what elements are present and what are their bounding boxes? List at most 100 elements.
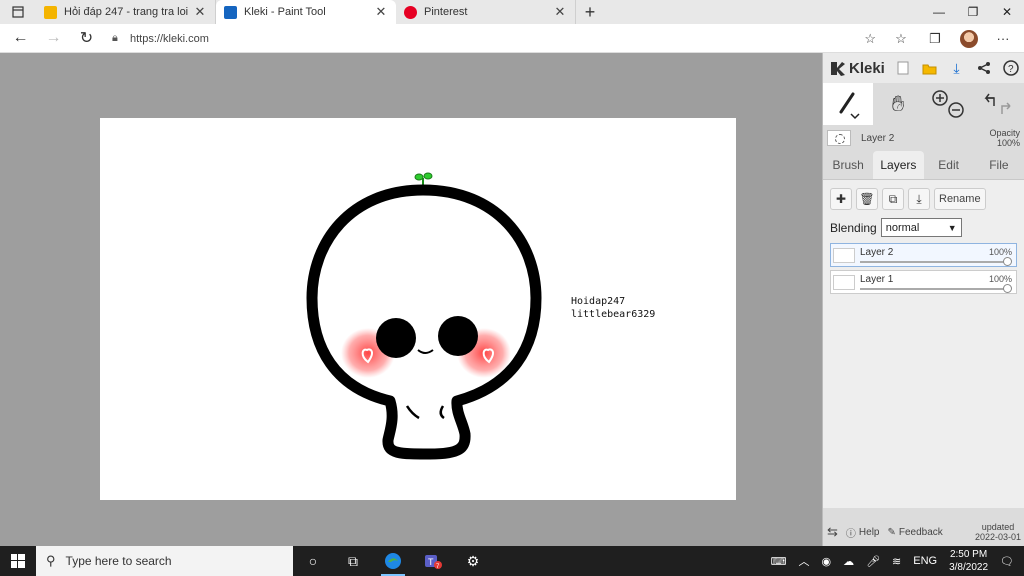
onedrive-cloud-icon[interactable]: ☁ xyxy=(837,555,860,568)
taskbar-clock[interactable]: 2:50 PM 3/8/2022 xyxy=(943,548,994,574)
layer-name: Layer 1 xyxy=(860,274,894,285)
wifi-icon[interactable]: ≋ xyxy=(886,555,907,568)
clock-date: 3/8/2022 xyxy=(949,562,989,573)
hand-tool-icon[interactable]: ✋︎ xyxy=(873,83,923,125)
download-icon[interactable]: ⤓ xyxy=(943,53,970,83)
close-tab-icon[interactable]: ✕ xyxy=(193,4,207,20)
layer-thumbnail xyxy=(827,130,851,146)
layer-opacity-slider[interactable] xyxy=(860,261,1008,263)
duplicate-layer-icon[interactable]: ⧉ xyxy=(882,188,904,210)
keyboard-icon[interactable]: ⌨ xyxy=(765,555,793,568)
add-layer-icon[interactable]: ✚ xyxy=(830,188,852,210)
teams-icon[interactable]: T7 xyxy=(413,546,453,576)
toolbar-right: ☆ ❐ ··· xyxy=(884,24,1020,53)
help-icon[interactable]: ? xyxy=(997,53,1024,83)
zoom-icon[interactable] xyxy=(923,83,973,125)
chevron-up-icon[interactable]: ︿ xyxy=(792,553,815,569)
tool-bar: ✋︎ xyxy=(823,83,1024,125)
minimize-icon[interactable]: — xyxy=(922,0,956,24)
blending-value: normal xyxy=(885,221,920,234)
tab-kleki[interactable]: Kleki - Paint Tool ✕ xyxy=(216,0,396,24)
layer-name: Layer 2 xyxy=(860,247,894,258)
close-tab-icon[interactable]: ✕ xyxy=(553,4,567,20)
close-tab-icon[interactable]: ✕ xyxy=(374,4,388,20)
delete-layer-icon[interactable]: 🗑︎ xyxy=(856,188,878,210)
swap-side-icon[interactable]: ⇆ xyxy=(827,524,838,540)
rename-button[interactable]: Rename xyxy=(934,188,986,210)
kleki-logo-text: Kleki xyxy=(849,59,885,77)
collections-icon[interactable]: ❐ xyxy=(918,24,952,53)
edge-browser-icon[interactable] xyxy=(373,546,413,576)
notifications-icon[interactable]: 🗨︎ xyxy=(994,555,1024,568)
merge-down-icon[interactable]: ⤓ xyxy=(908,188,930,210)
tab-hoidap247[interactable]: Hỏi đáp 247 - trang tra loi ✕ xyxy=(36,0,216,24)
profile-avatar[interactable] xyxy=(960,29,978,48)
favorites-icon[interactable]: ☆ xyxy=(884,24,918,53)
opacity-label: Opacity xyxy=(989,128,1020,138)
close-window-icon[interactable]: ✕ xyxy=(990,0,1024,24)
layer-thumbnail xyxy=(833,275,855,290)
current-layer-summary[interactable]: Layer 2 Opacity 100% xyxy=(823,125,1024,151)
new-image-icon[interactable] xyxy=(889,53,916,83)
window-controls: — ❐ ✕ xyxy=(922,0,1024,24)
kleki-header-icons: ⤓ ? xyxy=(889,53,1024,83)
layer-opacity-slider[interactable] xyxy=(860,288,1008,290)
windows-taskbar: ⚲ Type here to search ○ ⧉ T7 ⚙ ⌨ ︿ ◉ ☁ 🎤… xyxy=(0,546,1024,576)
help-link[interactable]: ⓘ Help xyxy=(846,525,880,540)
meet-now-icon[interactable]: ◉ xyxy=(815,555,837,568)
layer-opacity: 100% xyxy=(988,247,1012,257)
svg-text:?: ? xyxy=(1008,64,1014,75)
panel-footer: ⇆ ⓘ Help ✎ Feedback updated 2022-03-01 xyxy=(823,518,1024,546)
settings-gear-icon[interactable]: ⚙ xyxy=(453,546,493,576)
lock-icon: 🔒︎ xyxy=(112,32,118,44)
watermark-line2: littlebear6329 xyxy=(571,309,656,320)
canvas-workspace[interactable]: Hoidap247 littlebear6329 xyxy=(0,53,822,546)
feedback-icon: ✎ xyxy=(887,526,896,538)
updated-label: updated xyxy=(981,522,1015,532)
tab-file[interactable]: File xyxy=(974,151,1024,179)
feedback-link[interactable]: ✎ Feedback xyxy=(887,527,942,538)
tab-brush[interactable]: Brush xyxy=(823,151,873,179)
task-view-icon[interactable]: ⧉ xyxy=(333,546,373,576)
microphone-icon[interactable]: 🎤︎ xyxy=(860,555,886,568)
updated-date: 2022-03-01 xyxy=(974,532,1021,542)
address-bar[interactable]: 🔒︎ https://kleki.com ☆ xyxy=(112,27,882,50)
drawing-canvas[interactable]: Hoidap247 littlebear6329 xyxy=(100,118,736,500)
layer-row[interactable]: Layer 2 100% xyxy=(830,243,1017,267)
layer-row[interactable]: Layer 1 100% xyxy=(830,270,1017,294)
brush-tool-icon[interactable] xyxy=(823,83,873,125)
new-tab-button[interactable]: + xyxy=(576,0,604,24)
taskbar-search-box[interactable]: ⚲ Type here to search xyxy=(36,546,293,576)
tab-title: Kleki - Paint Tool xyxy=(244,6,326,18)
browser-tab-strip: Hỏi đáp 247 - trang tra loi ✕ Kleki - Pa… xyxy=(0,0,1024,24)
slider-knob[interactable] xyxy=(1003,257,1012,266)
open-folder-icon[interactable] xyxy=(916,53,943,83)
hoidap-favicon-icon xyxy=(44,5,57,19)
refresh-icon[interactable]: ↻ xyxy=(70,24,103,53)
blending-select[interactable]: normal ▼ xyxy=(880,218,962,237)
help-label: Help xyxy=(858,526,880,538)
tab-edit[interactable]: Edit xyxy=(924,151,974,179)
share-icon[interactable] xyxy=(970,53,997,83)
slider-knob[interactable] xyxy=(1003,284,1012,293)
cortana-icon[interactable]: ○ xyxy=(293,546,333,576)
search-placeholder: Type here to search xyxy=(65,554,172,568)
layer-buttons: ✚ 🗑︎ ⧉ ⤓ Rename xyxy=(830,188,1017,210)
tab-actions-icon[interactable] xyxy=(0,0,36,24)
restore-icon[interactable]: ❐ xyxy=(956,0,990,24)
layers-panel: ✚ 🗑︎ ⧉ ⤓ Rename Blending normal ▼ Layer … xyxy=(823,180,1024,508)
undo-redo-icon[interactable] xyxy=(973,83,1023,125)
add-favorite-icon[interactable]: ☆ xyxy=(864,31,876,47)
tab-pinterest[interactable]: Pinterest ✕ xyxy=(396,0,576,24)
back-arrow-icon[interactable]: ← xyxy=(4,24,37,53)
more-menu-icon[interactable]: ··· xyxy=(986,24,1020,53)
opacity-readout: Opacity 100% xyxy=(989,128,1020,148)
tab-layers[interactable]: Layers xyxy=(873,151,924,179)
blending-control: Blending normal ▼ xyxy=(830,218,1017,237)
kleki-favicon-icon xyxy=(224,5,237,19)
search-icon: ⚲ xyxy=(46,553,56,568)
help-circle-icon: ⓘ xyxy=(845,528,856,540)
forward-arrow-icon[interactable]: → xyxy=(37,24,70,53)
start-windows-icon[interactable] xyxy=(0,546,36,576)
language-indicator[interactable]: ENG xyxy=(907,555,943,567)
